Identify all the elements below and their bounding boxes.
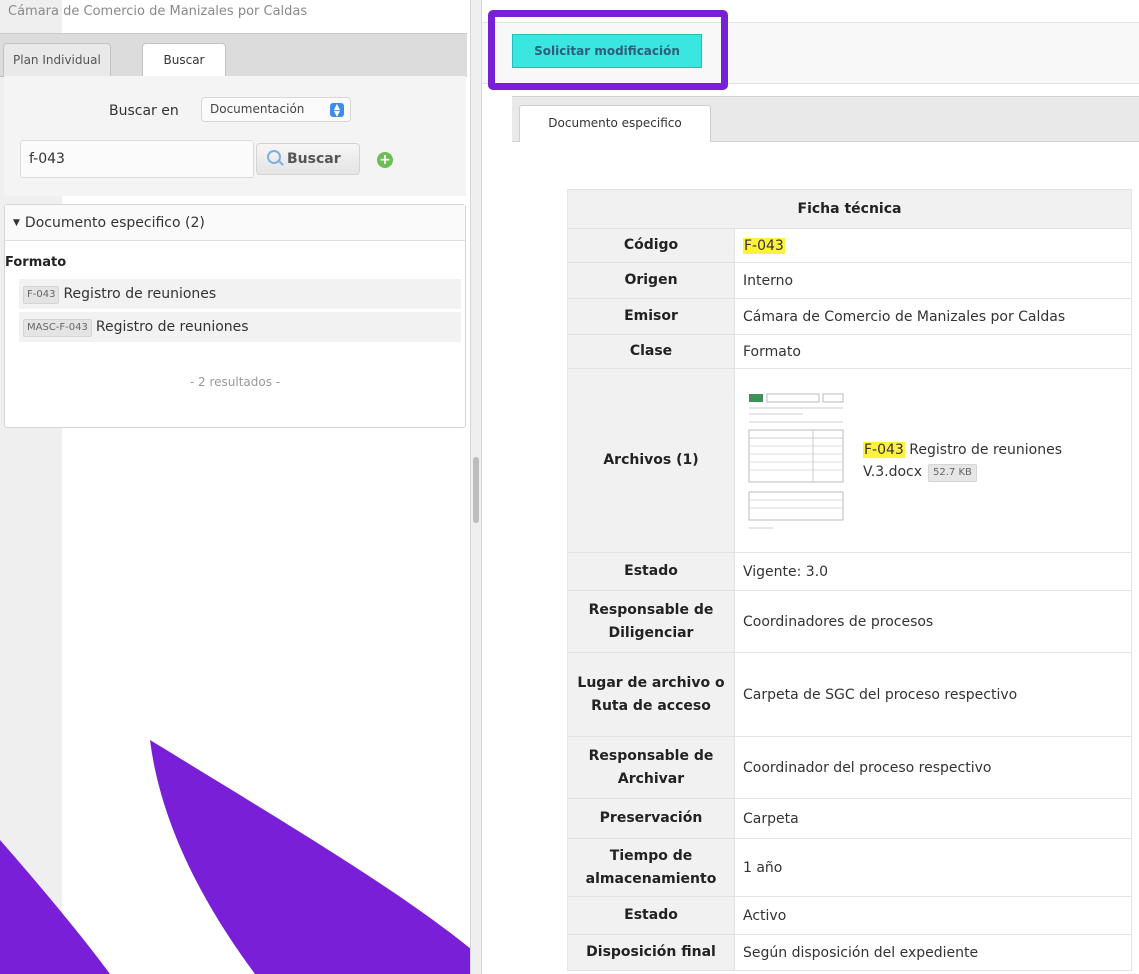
tiempo-almacenamiento-value: 1 año [734,838,1132,897]
tiempo-almacenamiento-label: Tiempo de almacenamiento [567,838,735,897]
tab-documento-especifico[interactable]: Documento especifico [519,105,711,142]
codigo-label: Código [567,228,735,263]
clase-label: Clase [567,334,735,369]
table-row: Lugar de archivo o Ruta de acceso Carpet… [567,652,1132,737]
table-row: Responsable de Diligenciar Coordinadores… [567,590,1132,653]
table-row: Tiempo de almacenamiento 1 año [567,838,1132,897]
responsable-archivar-value: Coordinador del proceso respectivo [734,736,1132,799]
request-modification-button[interactable]: Solicitar modificación [512,34,702,68]
decorative-purple-arc [0,740,470,974]
origen-value: Interno [734,262,1132,299]
preservacion-label: Preservación [567,798,735,839]
splitter-handle[interactable] [473,457,479,523]
table-row: Origen Interno [567,262,1132,299]
disposicion-final-label: Disposición final [567,934,735,971]
table-row: Archivos (1) F-043 Registro de reuniones… [567,368,1132,553]
table-row: Código F-043 [567,228,1132,263]
file-code: F-043 [863,441,905,458]
table-row: Responsable de Archivar Coordinador del … [567,736,1132,799]
origen-label: Origen [567,262,735,299]
lugar-archivo-label: Lugar de archivo o Ruta de acceso [567,652,735,737]
table-row: Disposición final Según disposición del … [567,934,1132,971]
table-row: Clase Formato [567,334,1132,369]
estado-label: Estado [567,552,735,591]
table-row: Emisor Cámara de Comercio de Manizales p… [567,298,1132,335]
table-row: Estado Activo [567,896,1132,935]
search-panel: Cámara de Comercio de Manizales por Cald… [0,0,470,974]
emisor-label: Emisor [567,298,735,335]
table-title: Ficha técnica [567,189,1132,229]
lugar-archivo-value: Carpeta de SGC del proceso respectivo [734,652,1132,737]
file-link[interactable]: F-043 Registro de reuniones V.3.docx 52.7… [863,439,1103,483]
table-row: Estado Vigente: 3.0 [567,552,1132,591]
responsable-diligenciar-label: Responsable de Diligenciar [567,590,735,653]
document-thumbnail[interactable] [743,385,851,536]
archivos-label: Archivos (1) [567,368,735,553]
clase-value: Formato [734,334,1132,369]
estado-final-label: Estado [567,896,735,935]
file-size-badge: 52.7 KB [928,463,977,482]
table-row: Preservación Carpeta [567,798,1132,839]
panel-splitter[interactable] [470,0,482,974]
estado-final-value: Activo [734,896,1132,935]
estado-value: Vigente: 3.0 [734,552,1132,591]
disposicion-final-value: Según disposición del expediente [734,934,1132,971]
technical-sheet-table: Ficha técnica Código F-043 Origen Intern… [567,189,1132,971]
responsable-diligenciar-value: Coordinadores de procesos [734,590,1132,653]
responsable-archivar-label: Responsable de Archivar [567,736,735,799]
preservacion-value: Carpeta [734,798,1132,839]
document-tab-bar: Documento especifico [512,96,1139,142]
codigo-value: F-043 [743,237,785,254]
emisor-value: Cámara de Comercio de Manizales por Cald… [734,298,1132,335]
